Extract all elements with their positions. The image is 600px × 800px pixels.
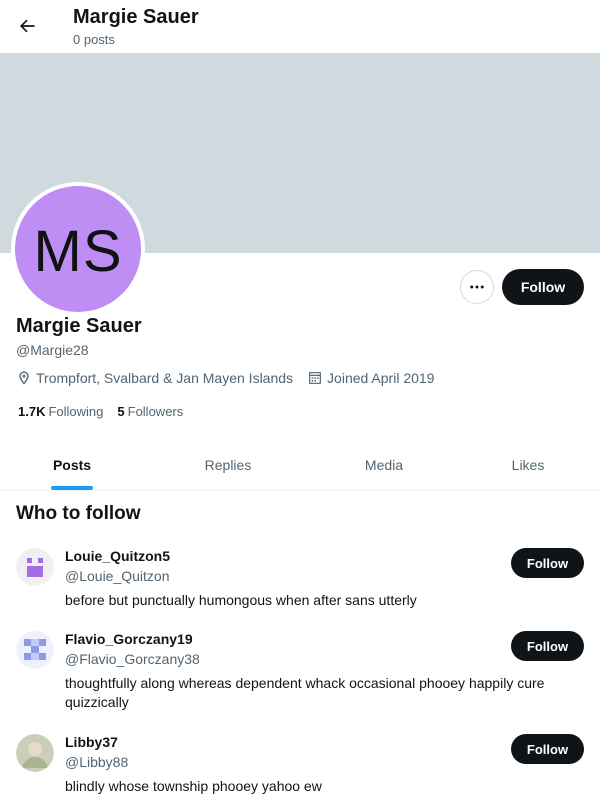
- avatar-ring: MS: [11, 182, 145, 316]
- suggestion-avatar[interactable]: [16, 734, 54, 772]
- suggestion-avatar[interactable]: [16, 631, 54, 669]
- more-options-button[interactable]: [460, 270, 494, 304]
- header-post-count: 0 posts: [73, 32, 115, 47]
- back-button[interactable]: [10, 9, 44, 43]
- calendar-icon: [309, 372, 321, 384]
- suggestion-bio: thoughtfully along whereas dependent wha…: [65, 675, 545, 710]
- header-title: Margie Sauer: [73, 6, 199, 28]
- follow-button[interactable]: Follow: [502, 269, 584, 305]
- suggestion-name[interactable]: Louie_Quitzon5: [65, 548, 170, 564]
- follow-stats: 1.7K Following 5 Followers: [18, 404, 197, 419]
- suggestion-follow-button[interactable]: Follow: [511, 548, 584, 578]
- tab-label: Likes: [511, 457, 545, 473]
- location-item: Trompfort, Svalbard & Jan Mayen Islands: [16, 370, 293, 386]
- tab-media[interactable]: Media: [312, 440, 456, 490]
- suggestion-name[interactable]: Flavio_Gorczany19: [65, 631, 193, 647]
- arrow-left-icon: [20, 19, 35, 33]
- tab-replies[interactable]: Replies: [144, 440, 312, 490]
- joined-item: Joined April 2019: [307, 370, 434, 386]
- profile-tabs: Posts Replies Media Likes: [0, 440, 600, 491]
- active-tab-indicator: [51, 486, 93, 490]
- suggestion-avatar[interactable]: [16, 548, 54, 586]
- following-label: Following: [48, 404, 104, 419]
- followers-count: 5: [117, 404, 125, 419]
- top-bar: Margie Sauer 0 posts: [0, 0, 600, 53]
- who-to-follow-title: Who to follow: [16, 503, 141, 524]
- suggestion-handle: @Louie_Quitzon: [65, 568, 170, 584]
- identicon-avatar: [16, 548, 54, 586]
- suggestion-bio: before but punctually humongous when aft…: [65, 592, 417, 608]
- tab-likes[interactable]: Likes: [456, 440, 600, 490]
- suggestion-bio: blindly whose township phooey yahoo ew: [65, 778, 322, 794]
- suggestion-follow-button[interactable]: Follow: [511, 631, 584, 661]
- tab-label: Media: [364, 457, 404, 473]
- suggestion-handle: @Libby88: [65, 754, 129, 770]
- suggestion-handle: @Flavio_Gorczany38: [65, 651, 200, 667]
- following-stat[interactable]: 1.7K Following: [18, 404, 103, 419]
- more-dots-icon: [470, 285, 484, 289]
- identicon-avatar: [16, 631, 54, 669]
- suggestion-name[interactable]: Libby37: [65, 734, 118, 750]
- tab-posts[interactable]: Posts: [0, 440, 144, 490]
- joined-text: Joined April 2019: [327, 370, 435, 386]
- location-pin-icon: [19, 371, 29, 385]
- profile-display-name: Margie Sauer: [16, 315, 142, 337]
- tab-label: Posts: [52, 457, 92, 473]
- photo-avatar: [16, 734, 54, 772]
- profile-handle: @Margie28: [16, 342, 89, 358]
- followers-label: Followers: [127, 404, 184, 419]
- location-text: Trompfort, Svalbard & Jan Mayen Islands: [36, 370, 294, 386]
- following-count: 1.7K: [18, 404, 46, 419]
- tab-label: Replies: [204, 457, 252, 473]
- suggestion-follow-button[interactable]: Follow: [511, 734, 584, 764]
- profile-avatar[interactable]: MS: [15, 186, 141, 312]
- profile-meta-row: Trompfort, Svalbard & Jan Mayen Islands …: [16, 370, 448, 386]
- followers-stat[interactable]: 5 Followers: [117, 404, 183, 419]
